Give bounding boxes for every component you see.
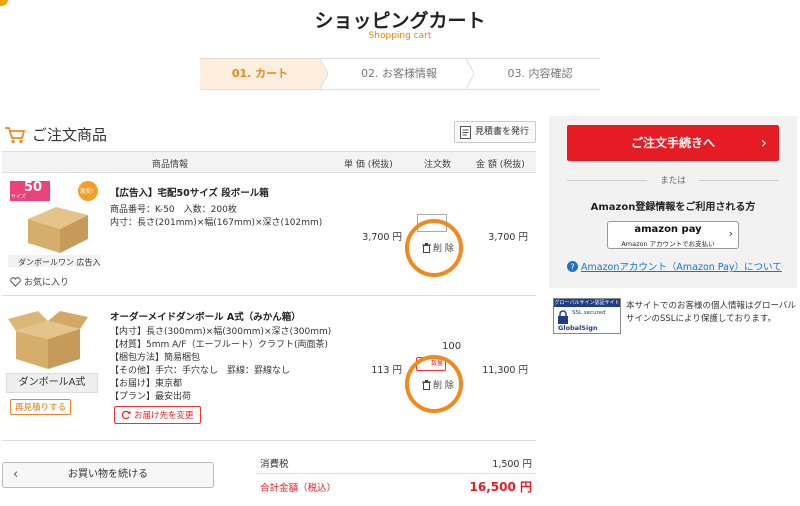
step-customer-info: 02. お客様情報 <box>361 67 437 80</box>
trash-icon <box>422 242 431 253</box>
favorite-label: お気に入り <box>24 278 70 288</box>
delete-button[interactable]: 削 除 <box>422 241 454 254</box>
trash-icon <box>422 379 431 390</box>
table-header: 商品情報 単 価 (税抜) 注文数 金 額 (税抜) <box>2 151 536 173</box>
reestimate-button[interactable]: 再見積りする <box>10 399 72 415</box>
checkout-steps: 01. カート 02. お客様情報 03. 内容確認 <box>200 58 600 90</box>
continue-shopping-label: お買い物を続ける <box>68 469 148 480</box>
product-detail: 商品番号：K-50 入数：200枚 <box>110 205 237 215</box>
heart-icon <box>10 276 21 287</box>
cart-icon <box>5 126 26 143</box>
section-title-label: ご注文商品 <box>32 126 108 144</box>
col-qty: 注文数 <box>424 160 452 170</box>
change-destination-label: お届け先を変更 <box>134 411 194 421</box>
badge-round-label: 激安! <box>80 189 94 195</box>
col-unit-price: 単 価 (税抜) <box>344 160 393 170</box>
total-value: 16,500 円 <box>469 480 533 494</box>
tax-row: 消費税 1,500 円 <box>256 454 536 474</box>
badge-size-number: 50 <box>24 180 43 195</box>
checkout-sidebar: ご注文手続きへ › または Amazon登録情報をご利用される方 amazon … <box>549 116 797 288</box>
table-row: ダンボールA式 再見積りする オーダーメイドダンボール A式（みかん箱） 【内寸… <box>2 297 536 441</box>
product-name[interactable]: 【広告入】宅配50サイズ 段ボール箱 <box>110 185 269 199</box>
document-icon <box>460 126 471 139</box>
continue-shopping-button[interactable]: ‹ お買い物を続ける <box>2 462 214 488</box>
amazon-pay-logo-text: amazon pay <box>634 224 702 235</box>
product-detail: 【お届け】東京都 <box>110 379 183 389</box>
product-detail: 【材質】5mm A/F（エーフルート）クラフト(両面茶) <box>110 340 328 350</box>
amazon-pay-sub-text: Amazon アカウントでお支払い <box>621 240 715 248</box>
product-detail: 【プラン】最安出荷 <box>110 392 192 402</box>
product-image-caption: ダンボールワン 広告入 <box>18 258 101 267</box>
delete-button[interactable]: 削 除 <box>422 378 454 391</box>
col-amount: 金 額 (税抜) <box>476 160 525 170</box>
page-title: ショッピングカート <box>314 10 486 32</box>
product-detail: 内寸：長さ(201mm)×幅(167mm)×深さ(102mm) <box>110 218 323 228</box>
product-image-a-type-box[interactable] <box>8 311 88 371</box>
delete-label: 削 除 <box>433 381 454 391</box>
quantity-value[interactable]: 100 <box>442 341 461 352</box>
product-image-caption: ダンボールA式 <box>6 373 98 393</box>
table-row: 50 サイズ 激安! ダンボールワン 広告入 お気に入り 【広告入】宅配50サイ… <box>2 173 536 296</box>
item-amount: 11,300 円 <box>482 365 528 376</box>
globalsign-badge[interactable]: グローバルサイン認証サイト SSL secured GlobalSign <box>553 298 621 334</box>
total-label: 合計金額（税込） <box>260 483 337 494</box>
question-icon: ? <box>567 260 578 272</box>
section-title: ご注文商品 <box>4 124 107 145</box>
chevron-right-icon: › <box>760 133 767 152</box>
issue-quote-button[interactable]: 見積書を発行 <box>454 121 536 143</box>
tax-label: 消費税 <box>260 459 289 470</box>
product-detail: 【内寸】長さ(300mm)×幅(300mm)×深さ(300mm) <box>110 327 332 337</box>
badge-size-label: サイズ <box>11 194 26 200</box>
favorite-button[interactable]: お気に入り <box>10 275 69 288</box>
product-detail: 【梱包方法】簡易梱包 <box>110 353 201 363</box>
amazon-pay-info-link[interactable]: ? Amazonアカウント（Amazon Pay）について <box>567 259 782 273</box>
page-subtitle: Shopping cart <box>368 31 432 41</box>
amazon-pay-title: Amazon登録情報をご利用される方 <box>590 202 756 213</box>
globalsign-description: 本サイトでのお客様の個人情報はグローバルサインのSSLにより保護しております。 <box>626 301 796 324</box>
svg-text:?: ? <box>570 262 574 271</box>
unit-price: 113 円 <box>371 365 402 376</box>
amazon-pay-button[interactable]: amazon pay Amazon アカウントでお支払い › <box>607 221 739 249</box>
step-cart: 01. カート <box>200 59 320 89</box>
amazon-pay-info-label: Amazonアカウント（Amazon Pay）について <box>581 262 782 273</box>
proceed-to-order-button[interactable]: ご注文手続きへ › <box>567 125 779 161</box>
tax-value: 1,500 円 <box>492 459 532 470</box>
issue-quote-label: 見積書を発行 <box>475 127 530 137</box>
col-product: 商品情報 <box>152 160 189 170</box>
item-amount: 3,700 円 <box>488 232 528 243</box>
change-destination-button[interactable]: お届け先を変更 <box>114 406 201 424</box>
total-row: 合計金額（税込） 16,500 円 <box>256 478 536 498</box>
globalsign-ssl-text: SSL secured <box>572 310 606 316</box>
refresh-icon <box>121 410 131 420</box>
product-name[interactable]: オーダーメイドダンボール A式（みかん箱） <box>110 309 301 323</box>
globalsign-badge-title: グローバルサイン認証サイト <box>554 299 620 307</box>
unit-price: 3,700 円 <box>362 232 402 243</box>
chevron-right-icon: › <box>728 227 733 240</box>
proceed-to-order-label: ご注文手続きへ <box>630 136 715 150</box>
globalsign-brand: GlobalSign <box>558 324 598 332</box>
product-detail: 【その他】手穴：手穴なし 罫線：罫線なし <box>110 366 291 376</box>
lock-icon <box>558 310 568 324</box>
or-divider: または <box>567 174 779 186</box>
chevron-left-icon: ‹ <box>13 467 19 482</box>
delete-label: 削 除 <box>433 244 454 254</box>
step-confirm: 03. 内容確認 <box>507 67 573 80</box>
